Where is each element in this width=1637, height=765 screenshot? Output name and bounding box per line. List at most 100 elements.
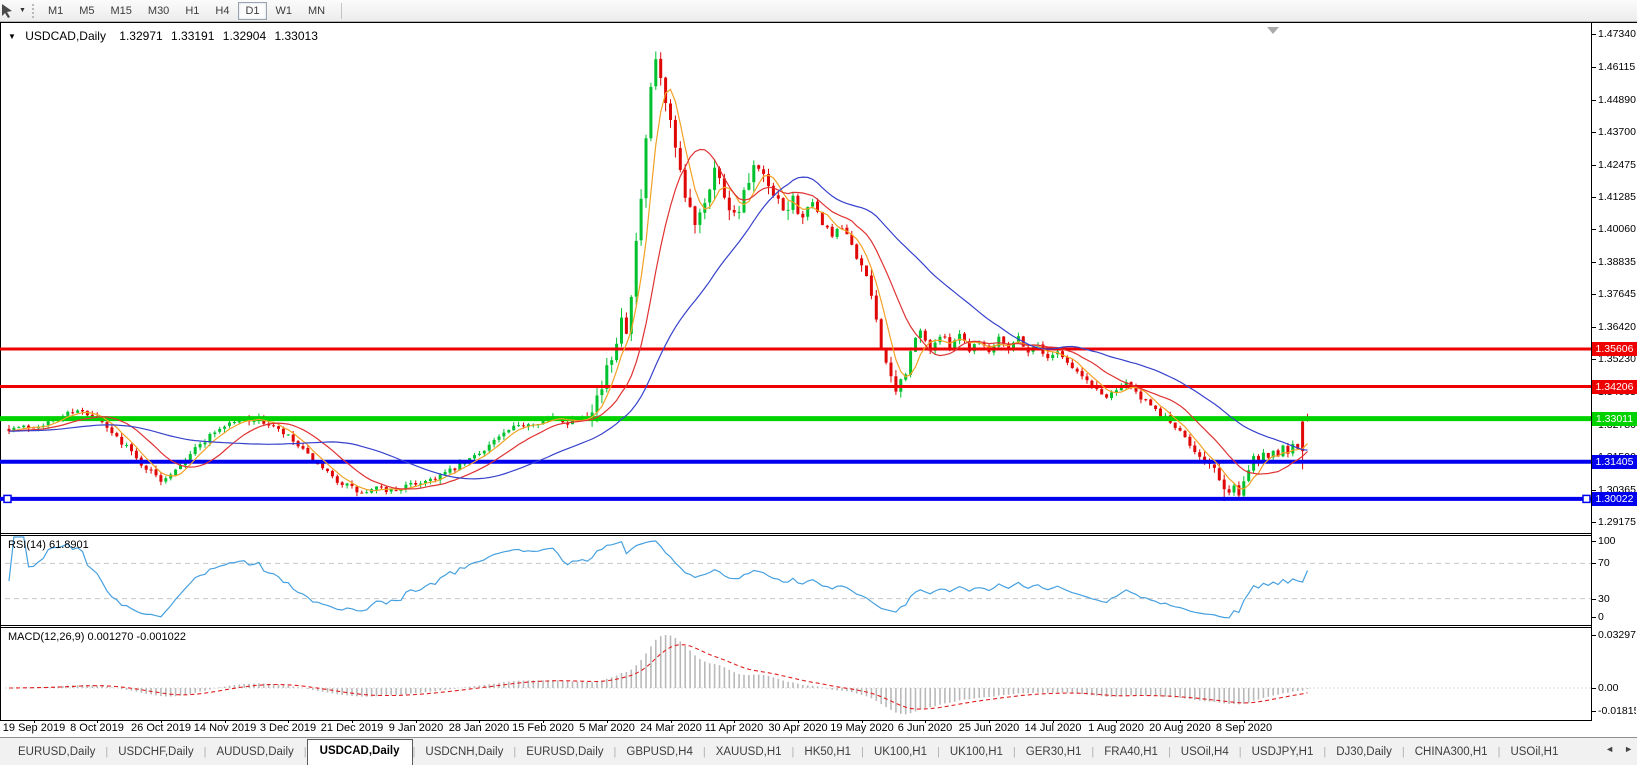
date-axis-label: 3 Dec 2019 — [260, 722, 316, 734]
price-axis-label: 1.37645 — [1598, 288, 1636, 300]
price-axis-label: 1.42475 — [1598, 159, 1636, 171]
date-axis-label: 11 Apr 2020 — [705, 722, 764, 734]
rsi-line — [9, 537, 1308, 618]
date-axis-label: 26 Oct 2019 — [131, 722, 191, 734]
chart-tab-china300-h1[interactable]: CHINA300,H1 — [1405, 741, 1498, 764]
price-line-badge-1.34206: 1.34206 — [1592, 380, 1637, 394]
chart-tab-usdcad-daily[interactable]: USDCAD,Daily — [307, 739, 413, 765]
chart-expand-arrow-icon[interactable]: ▼ — [8, 32, 16, 41]
rsi-axis-label: 30 — [1598, 593, 1636, 605]
price-line-badge-1.30022: 1.30022 — [1592, 492, 1637, 506]
price-axis-label: 1.41285 — [1598, 191, 1636, 203]
rsi-axis-label: 70 — [1598, 557, 1636, 569]
price-axis-tickmark — [1592, 34, 1596, 35]
date-axis-label: 8 Sep 2020 — [1216, 722, 1272, 734]
price-axis-label: 1.29175 — [1598, 516, 1636, 528]
price-axis-tickmark — [1592, 294, 1596, 295]
date-axis-label: 1 Aug 2020 — [1088, 722, 1144, 734]
date-axis-label: 8 Oct 2019 — [70, 722, 124, 734]
price-axis-tickmark — [1592, 229, 1596, 230]
price-axis-tickmark — [1592, 359, 1596, 360]
chart-tab-bar: EURUSD,Daily|USDCHF,Daily|AUDUSD,Daily|U… — [0, 737, 1637, 765]
chart-tab-xauusd-h1[interactable]: XAUUSD,H1 — [706, 741, 792, 764]
price-axis-tickmark — [1592, 522, 1596, 523]
chart-tab-hk50-h1[interactable]: HK50,H1 — [794, 741, 861, 764]
date-axis-label: 25 Jun 2020 — [959, 722, 1020, 734]
macd-signal-line — [9, 645, 1308, 710]
date-axis-label: 14 Jul 2020 — [1025, 722, 1082, 734]
ohlc-low: 1.32904 — [223, 29, 266, 43]
date-axis-label: 5 Mar 2020 — [579, 722, 635, 734]
price-axis-label: 1.40060 — [1598, 223, 1636, 235]
chart-tab-usoil-h4[interactable]: USOil,H4 — [1171, 741, 1239, 764]
price-line-badge-1.31405: 1.31405 — [1592, 455, 1637, 469]
price-axis-tickmark — [1592, 100, 1596, 101]
chart-tab-uk100-h1[interactable]: UK100,H1 — [864, 741, 937, 764]
price-axis-tickmark — [1592, 262, 1596, 263]
date-axis-label: 24 Mar 2020 — [640, 722, 702, 734]
price-chart-canvas[interactable] — [0, 0, 1637, 765]
tab-scroll-controls: ◄ ► — [1605, 744, 1633, 754]
rsi-axis-tickmark — [1592, 541, 1596, 542]
chart-tab-usoil-h1[interactable]: USOil,H1 — [1500, 741, 1568, 764]
chart-tabs: EURUSD,Daily|USDCHF,Daily|AUDUSD,Daily|U… — [8, 740, 1568, 765]
chart-tab-uk100-h1[interactable]: UK100,H1 — [940, 741, 1013, 764]
tab-scroll-right-icon[interactable]: ► — [1624, 744, 1633, 754]
chart-tab-ger30-h1[interactable]: GER30,H1 — [1016, 741, 1092, 764]
macd-axis-label: 0.032972 — [1598, 629, 1636, 641]
macd-histogram — [9, 635, 1308, 714]
rsi-axis-tickmark — [1592, 617, 1596, 618]
candles-layer — [8, 52, 1310, 502]
chart-tab-eurusd-daily[interactable]: EURUSD,Daily — [8, 741, 105, 764]
chart-tab-dj30-daily[interactable]: DJ30,Daily — [1326, 741, 1402, 764]
price-axis-tickmark — [1592, 67, 1596, 68]
price-axis-label: 1.46115 — [1598, 61, 1636, 73]
price-axis-label: 1.36420 — [1598, 321, 1636, 333]
macd-axis-label: 0.00 — [1598, 682, 1636, 694]
rsi-axis-label: 0 — [1598, 611, 1636, 623]
date-axis-label: 28 Jan 2020 — [449, 722, 510, 734]
chart-tab-usdchf-daily[interactable]: USDCHF,Daily — [108, 741, 203, 764]
date-axis-label: 21 Dec 2019 — [321, 722, 383, 734]
chart-tab-usdcnh-daily[interactable]: USDCNH,Daily — [415, 741, 513, 764]
price-axis-label: 1.44890 — [1598, 94, 1636, 106]
chart-tab-eurusd-daily[interactable]: EURUSD,Daily — [516, 741, 613, 764]
ma-slow-line — [9, 177, 1308, 479]
rsi-axis-tickmark — [1592, 599, 1596, 600]
tab-scroll-left-icon[interactable]: ◄ — [1605, 744, 1614, 754]
chart-tab-fra40-h1[interactable]: FRA40,H1 — [1094, 741, 1168, 764]
date-axis-label: 19 May 2020 — [830, 722, 894, 734]
ohlc-high: 1.33191 — [171, 29, 214, 43]
chart-symbol-period: USDCAD,Daily — [25, 29, 106, 43]
macd-axis-label: -0.018154 — [1598, 705, 1636, 717]
mt4-terminal: ▼ M1M5M15M30H1H4D1W1MN ▼ USDCAD,Daily 1.… — [0, 0, 1637, 765]
price-axis-label: 1.43700 — [1598, 126, 1636, 138]
price-line-badge-1.33011: 1.33011 — [1592, 412, 1637, 426]
ohlc-close: 1.33013 — [275, 29, 318, 43]
price-axis-tickmark — [1592, 165, 1596, 166]
hline-selection-handle[interactable] — [1583, 495, 1590, 502]
price-axis-label: 1.38835 — [1598, 256, 1636, 268]
date-axis-label: 19 Sep 2019 — [3, 722, 65, 734]
macd-axis-tickmark — [1592, 688, 1596, 689]
rsi-axis-label: 100 — [1598, 535, 1636, 547]
chart-title: ▼ USDCAD,Daily 1.32971 1.33191 1.32904 1… — [8, 29, 323, 43]
rsi-axis-tickmark — [1592, 563, 1596, 564]
rsi-indicator-label: RSI(14) 61.8901 — [8, 539, 89, 551]
chart-tab-gbpusd-h4[interactable]: GBPUSD,H4 — [616, 741, 702, 764]
ohlc-open: 1.32971 — [119, 29, 162, 43]
price-axis-tickmark — [1592, 132, 1596, 133]
chart-tab-audusd-daily[interactable]: AUDUSD,Daily — [206, 741, 303, 764]
macd-axis-tickmark — [1592, 635, 1596, 636]
price-axis-tickmark — [1592, 327, 1596, 328]
date-axis-label: 15 Feb 2020 — [512, 722, 574, 734]
hline-selection-handle[interactable] — [4, 495, 11, 502]
date-axis-label: 14 Nov 2019 — [194, 722, 256, 734]
date-axis-label: 6 Jun 2020 — [898, 722, 952, 734]
ma-fast-line — [9, 89, 1308, 490]
date-axis-label: 9 Jan 2020 — [389, 722, 443, 734]
price-axis-tickmark — [1592, 197, 1596, 198]
chart-tab-usdjpy-h1[interactable]: USDJPY,H1 — [1242, 741, 1324, 764]
price-axis-tickmark — [1592, 490, 1596, 491]
price-axis-label: 1.47340 — [1598, 28, 1636, 40]
